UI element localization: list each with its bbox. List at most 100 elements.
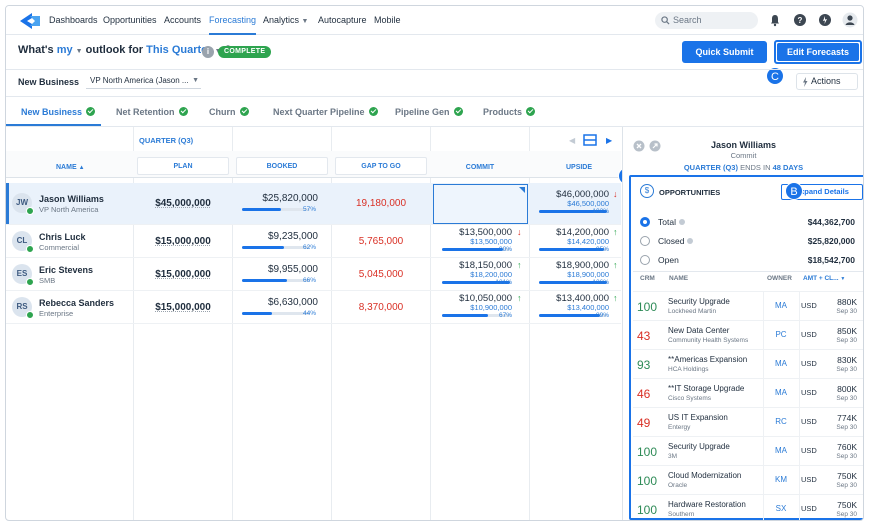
opportunity-row[interactable]: 46 **IT Storage Upgrade Cisco Systems MA USD…	[633, 378, 863, 408]
selected-commit-cell[interactable]	[433, 184, 528, 224]
upside-percent: 95%	[595, 246, 609, 253]
opportunity-name[interactable]: **IT Storage Upgrade	[668, 384, 744, 393]
info-icon	[687, 238, 694, 244]
table-row[interactable]: ES Eric Stevens SMB $15,000,000 $9,955,000 66…	[6, 258, 621, 291]
prev-arrow-icon[interactable]: ◀	[569, 136, 575, 145]
plan-value[interactable]: $15,000,000	[135, 236, 231, 247]
opportunity-name[interactable]: Hardware Restoration	[668, 500, 746, 509]
help-icon[interactable]: ?	[793, 13, 807, 27]
opportunity-row[interactable]: 43 New Data Center Community Health System…	[633, 320, 863, 350]
column-header-name[interactable]: NAME ▲	[56, 164, 85, 171]
edit-forecasts-button[interactable]: Edit Forecasts	[774, 40, 862, 64]
nav-dashboards[interactable]: Dashboards	[49, 15, 98, 25]
user-avatar-icon[interactable]	[842, 12, 858, 28]
tab-label: Pipeline Gen	[395, 107, 450, 117]
opportunity-owner[interactable]: SX	[771, 504, 791, 513]
edit-forecasts-label: Edit Forecasts	[777, 43, 859, 61]
rep-name[interactable]: Rebecca Sanders	[39, 298, 114, 308]
total-label-text: Total	[658, 217, 676, 227]
rep-name[interactable]: Jason Williams	[39, 194, 104, 204]
layout-toggle-icon[interactable]	[583, 134, 597, 146]
quarter-label: QUARTER (Q3)	[139, 136, 194, 145]
tab-products[interactable]: Products	[483, 107, 536, 117]
opportunity-owner[interactable]: PC	[771, 330, 791, 339]
open-radio[interactable]	[640, 255, 650, 265]
nav-opportunities[interactable]: Opportunities	[103, 15, 157, 25]
tab-pipeline-gen[interactable]: Pipeline Gen	[395, 107, 463, 117]
opp-header-owner[interactable]: OWNER	[767, 275, 792, 282]
tab-next-quarter-pipeline[interactable]: Next Quarter Pipeline	[273, 107, 378, 117]
opportunity-row[interactable]: 49 US IT Expansion Entergy RC USD 774K Sep 30	[633, 407, 863, 437]
search-input[interactable]: Search	[655, 12, 758, 29]
quick-submit-button[interactable]: Quick Submit	[682, 41, 767, 63]
rep-name[interactable]: Chris Luck	[39, 232, 86, 242]
closed-label: Closed	[658, 236, 694, 246]
owner-selector[interactable]: my ▼	[57, 44, 83, 56]
opportunity-owner[interactable]: MA	[771, 388, 791, 397]
submitted-check-icon	[26, 207, 34, 215]
tab-churn[interactable]: Churn	[209, 107, 249, 117]
opportunity-name[interactable]: Security Upgrade	[668, 297, 730, 306]
opportunity-account: Cisco Systems	[668, 395, 711, 402]
rep-name[interactable]: Eric Stevens	[39, 265, 93, 275]
nav-autocapture[interactable]: Autocapture	[318, 15, 367, 25]
nav-mobile[interactable]: Mobile	[374, 15, 401, 25]
avatar: JW	[12, 193, 34, 215]
panel-forecast-category: Commit	[730, 151, 757, 160]
rep-team: SMB	[39, 276, 56, 285]
closed-radio[interactable]	[640, 236, 650, 246]
opportunity-owner[interactable]: KM	[771, 475, 791, 484]
sort-desc-icon: ▼	[840, 276, 846, 282]
total-radio[interactable]	[640, 217, 650, 227]
column-header-upside[interactable]: UPSIDE	[533, 164, 625, 171]
opportunity-owner[interactable]: MA	[771, 446, 791, 455]
column-header-commit[interactable]: COMMIT	[434, 164, 526, 171]
plan-value[interactable]: $45,000,000	[135, 198, 231, 209]
opp-header-amount[interactable]: AMT + CL... ▼	[803, 275, 845, 282]
panel-quarter-label: QUARTER (Q3)	[683, 163, 738, 172]
opportunity-account: Entergy	[668, 424, 691, 431]
plan-value[interactable]: $15,000,000	[135, 302, 231, 313]
opportunity-name[interactable]: Security Upgrade	[668, 442, 730, 451]
opportunity-row[interactable]: 100 Security Upgrade Lockheed Martin MA USD 8…	[633, 291, 863, 321]
opportunity-name[interactable]: US IT Expansion	[668, 413, 728, 422]
nav-analytics-label: Analytics	[263, 15, 300, 25]
opportunity-name[interactable]: New Data Center	[668, 326, 729, 335]
lightbulb-icon[interactable]	[818, 13, 832, 27]
opportunity-row[interactable]: 100 Security Upgrade 3M MA USD 760K Sep 30	[633, 436, 863, 466]
tab-label: Next Quarter Pipeline	[273, 107, 365, 117]
nav-accounts[interactable]: Accounts	[164, 15, 201, 25]
opportunity-row[interactable]: 100 Cloud Modernization Oracle KM USD 750K Sep…	[633, 465, 863, 495]
column-divider	[799, 321, 800, 350]
info-icon[interactable]: i	[202, 46, 214, 58]
column-header-gap[interactable]: GAP TO GO	[335, 163, 427, 170]
actions-menu[interactable]: Actions ▼	[796, 73, 858, 90]
app-logo-icon[interactable]	[18, 12, 42, 30]
table-row[interactable]: RS Rebecca Sanders Enterprise $15,000,000 $6…	[6, 291, 621, 324]
hierarchy-select[interactable]: VP North America (Jason ... ▼	[86, 73, 201, 89]
opportunity-row[interactable]: 93 **Americas Expansion HCA Holdings MA USD 8…	[633, 349, 863, 379]
nav-analytics[interactable]: Analytics ▼	[263, 15, 308, 25]
tab-net-retention[interactable]: Net Retention	[116, 107, 188, 117]
opp-header-name[interactable]: NAME	[669, 275, 688, 282]
opportunity-owner[interactable]: MA	[771, 359, 791, 368]
column-header-booked[interactable]: BOOKED	[236, 163, 328, 170]
nav-forecasting[interactable]: Forecasting	[209, 15, 256, 25]
gap-to-go-value: 5,765,000	[358, 236, 404, 247]
tab-new-business[interactable]: New Business	[21, 107, 96, 117]
opportunity-owner[interactable]: MA	[771, 301, 791, 310]
bell-icon[interactable]	[768, 13, 782, 27]
next-arrow-icon[interactable]: ▶	[606, 136, 612, 145]
table-row[interactable]: CL Chris Luck Commercial $15,000,000 $9,235,…	[6, 225, 621, 258]
table-row[interactable]: JW Jason Williams VP North America $45,000,…	[6, 183, 621, 225]
plan-value[interactable]: $15,000,000	[135, 269, 231, 280]
opportunity-owner[interactable]: RC	[771, 417, 791, 426]
column-header-plan[interactable]: PLAN	[137, 163, 229, 170]
rep-team: Commercial	[39, 243, 80, 252]
opportunity-name[interactable]: **Americas Expansion	[668, 355, 747, 364]
opportunity-name[interactable]: Cloud Modernization	[668, 471, 741, 480]
commit-subtotal: $13,500,000	[470, 237, 512, 246]
column-divider	[763, 495, 764, 520]
opportunity-row[interactable]: 100 Hardware Restoration Southern SX USD 750K…	[633, 494, 863, 520]
opp-header-crm[interactable]: CRM	[640, 275, 655, 282]
